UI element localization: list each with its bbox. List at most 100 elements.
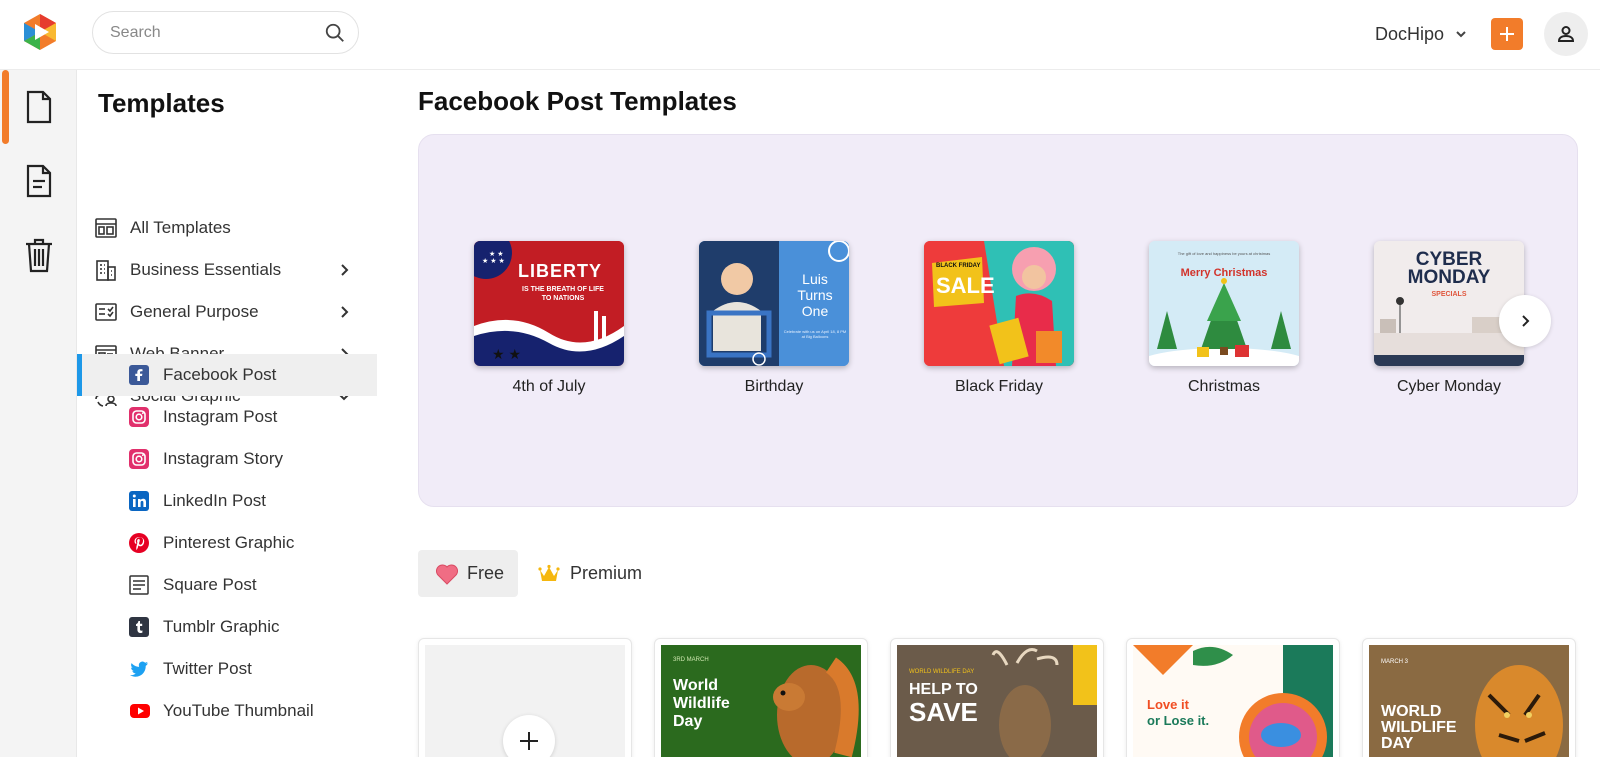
category-label: 4th of July [512,378,586,395]
svg-text:★ ★ ★: ★ ★ ★ [482,257,505,265]
page-title: Facebook Post Templates [418,86,737,116]
svg-text:★ ★: ★ ★ [492,346,521,362]
category-label: Christmas [1187,378,1260,395]
template-line: or Lose it. [1147,713,1210,728]
chevron-down-icon [1456,31,1466,38]
grid-layout-icon [95,218,117,238]
thumb-subtitle: SPECIALS [1431,291,1467,298]
sidebar-item-square-post[interactable]: Square Post [77,564,377,606]
filter-label: Free [467,563,505,583]
thumb-title: Luis Turns One [797,271,833,319]
instagram-icon [129,449,149,469]
template-tag: WORLD WILDLIFE DAY [909,669,975,675]
sidebar-item-label: Business Essentials [130,260,282,279]
filter-premium-button[interactable]: Premium [532,550,652,597]
pinterest-icon [129,533,149,553]
create-blank-card[interactable] [418,638,632,757]
sidebar-item-business-essentials[interactable]: Business Essentials [77,249,377,291]
category-card-christmas[interactable]: The gift of love and happiness be yours … [1149,241,1299,396]
user-icon [1557,26,1575,42]
plus-icon [520,732,538,750]
template-line: Love it [1147,697,1189,712]
sidebar-item-pinterest-graphic[interactable]: Pinterest Graphic [77,522,377,564]
template-tag: MARCH 3 [1381,659,1409,665]
tumblr-icon [129,617,149,637]
category-thumbnail: BLACK FRIDAY SALE [924,241,1074,366]
sidebar-item-instagram-post[interactable]: Instagram Post [77,396,377,438]
category-thumbnail: The gift of love and happiness be yours … [1149,241,1299,366]
create-new-button[interactable] [1491,18,1523,50]
category-thumbnail: CYBER MONDAY SPECIALS [1374,241,1524,366]
search-box [92,11,359,54]
category-card-4th-of-july[interactable]: ★ ★ ★ ★ ★ ★ ★ LIBERTY IS THE BREATH OF L… [474,241,624,396]
sidebar-item-label: Square Post [163,575,257,594]
heart-icon [436,564,458,585]
create-blank-button[interactable] [503,715,555,757]
sidebar-item-linkedin-post[interactable]: LinkedIn Post [77,480,377,522]
sidebar-item-label: Instagram Post [163,407,278,426]
search-icon[interactable] [324,22,346,44]
chevron-right-icon [1522,315,1530,327]
checklist-icon [95,303,117,321]
rail-trash[interactable] [0,218,77,292]
sidebar-item-label: General Purpose [130,302,259,321]
account-switcher[interactable]: DocHipo [1375,21,1468,47]
svg-text:★ ★: ★ ★ [489,250,504,258]
category-label: Birthday [744,378,804,395]
left-rail [0,70,77,757]
sidebar-title: Templates [98,88,225,118]
filter-label: Premium [570,563,643,583]
sidebar-item-facebook-post[interactable]: Facebook Post [77,354,377,396]
category-label: Cyber Monday [1396,378,1502,395]
search-input[interactable] [110,12,310,53]
sidebar-item-label: Pinterest Graphic [163,533,295,552]
template-line: DAY [1381,735,1414,752]
template-line: World [673,677,719,694]
sidebar-item-label: Twitter Post [163,659,252,678]
square-post-icon [129,575,149,595]
template-card[interactable]: 3RD MARCH World Wildlife Day [654,638,868,757]
thumb-subtitle: IS THE BREATH OF LIFE TO NATIONS [522,286,604,302]
sidebar-item-label: Facebook Post [163,365,277,384]
dochipo-logo-icon[interactable] [20,12,60,52]
template-card[interactable]: Love it or Lose it. [1126,638,1340,757]
category-label: Black Friday [954,378,1044,395]
thumb-subtitle: BLACK FRIDAY [936,263,981,269]
sidebar-item-label: LinkedIn Post [163,491,267,510]
sidebar-item-general-purpose[interactable]: General Purpose [77,291,377,333]
carousel-next-button[interactable] [1499,295,1551,347]
sidebar-item-label: Instagram Story [163,449,283,468]
sidebar-item-tumblr-graphic[interactable]: Tumblr Graphic [77,606,377,648]
linkedin-icon [129,491,149,511]
sidebar-item-all-templates[interactable]: All Templates [77,207,377,249]
sidebar-item-label: All Templates [130,218,231,237]
category-carousel: ★ ★ ★ ★ ★ ★ ★ LIBERTY IS THE BREATH OF L… [418,134,1578,507]
twitter-icon [130,661,148,677]
thumb-title: Merry Christmas [1180,267,1268,279]
youtube-icon [130,704,150,718]
template-card[interactable]: MARCH 3 WORLD WILDLIFE DAY [1362,638,1576,757]
template-line: Day [673,713,703,730]
facebook-icon [129,365,149,385]
trash-icon [25,238,52,273]
category-thumbnail: ★ ★ ★ ★ ★ ★ ★ LIBERTY IS THE BREATH OF L… [474,241,624,366]
rail-my-designs[interactable] [0,144,77,218]
category-card-birthday[interactable]: Luis Turns One Celebrate with us on Apri… [699,241,849,396]
templates-sidebar: Templates All Templates Business Essenti… [77,70,377,757]
filter-free-button[interactable]: Free [418,550,518,597]
thumb-title: CYBER MONDAY [1407,249,1491,288]
rail-templates[interactable] [0,70,77,144]
plus-icon [1500,27,1514,41]
chevron-right-icon [341,264,349,276]
thumb-title: SALE [936,273,995,298]
template-tag: 3RD MARCH [673,657,709,663]
document-icon [26,90,51,124]
chevron-right-icon [341,306,349,318]
category-card-black-friday[interactable]: BLACK FRIDAY SALE Black Friday [924,241,1074,396]
template-card[interactable]: WORLD WILDLIFE DAY HELP TO SAVE [890,638,1104,757]
sidebar-item-twitter-post[interactable]: Twitter Post [77,648,377,690]
sidebar-item-youtube-thumbnail[interactable]: YouTube Thumbnail [77,690,377,732]
sidebar-item-instagram-story[interactable]: Instagram Story [77,438,377,480]
user-profile-button[interactable] [1544,12,1588,56]
thumb-subtitle: Celebrate with us on April 18, 8 PM at B… [783,329,847,339]
